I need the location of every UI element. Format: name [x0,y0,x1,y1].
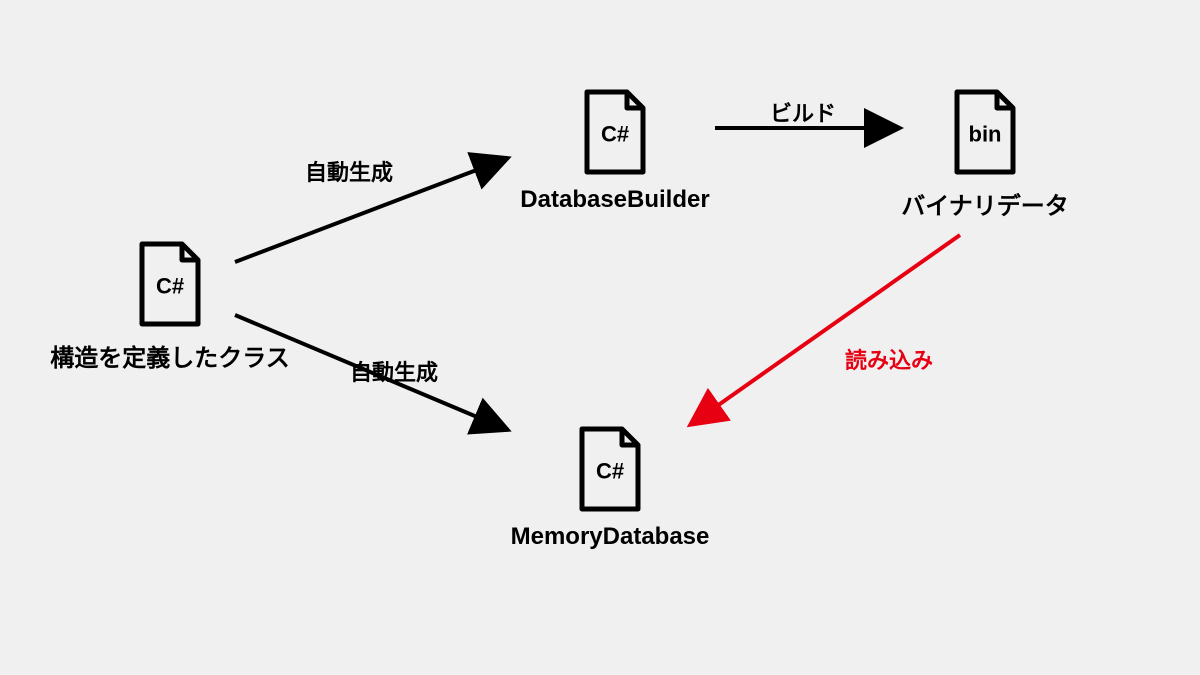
edge-label-autogen-1: 自動生成 [305,155,393,187]
file-type-label: C# [596,459,624,485]
file-type-label: C# [601,122,629,148]
node-caption: バイナリデータ [901,186,1069,221]
node-caption: MemoryDatabase [511,523,710,551]
node-caption: 構造を定義したクラス [50,338,290,373]
node-source-class: C# 構造を定義したクラス [40,240,300,373]
node-database-builder: C# DatabaseBuilder [510,88,720,214]
edge-label-load: 読み込み [845,343,933,375]
file-icon: C# [574,425,646,513]
node-binary-data: bin バイナリデータ [895,88,1075,221]
file-type-label: C# [156,274,184,300]
file-icon: C# [579,88,651,176]
file-icon: C# [134,240,206,328]
file-type-label: bin [969,122,1002,148]
edge-label-build: ビルド [770,96,836,128]
edge-label-autogen-2: 自動生成 [350,355,438,387]
node-caption: DatabaseBuilder [520,186,709,214]
node-memory-database: C# MemoryDatabase [495,425,725,551]
file-icon: bin [949,88,1021,176]
